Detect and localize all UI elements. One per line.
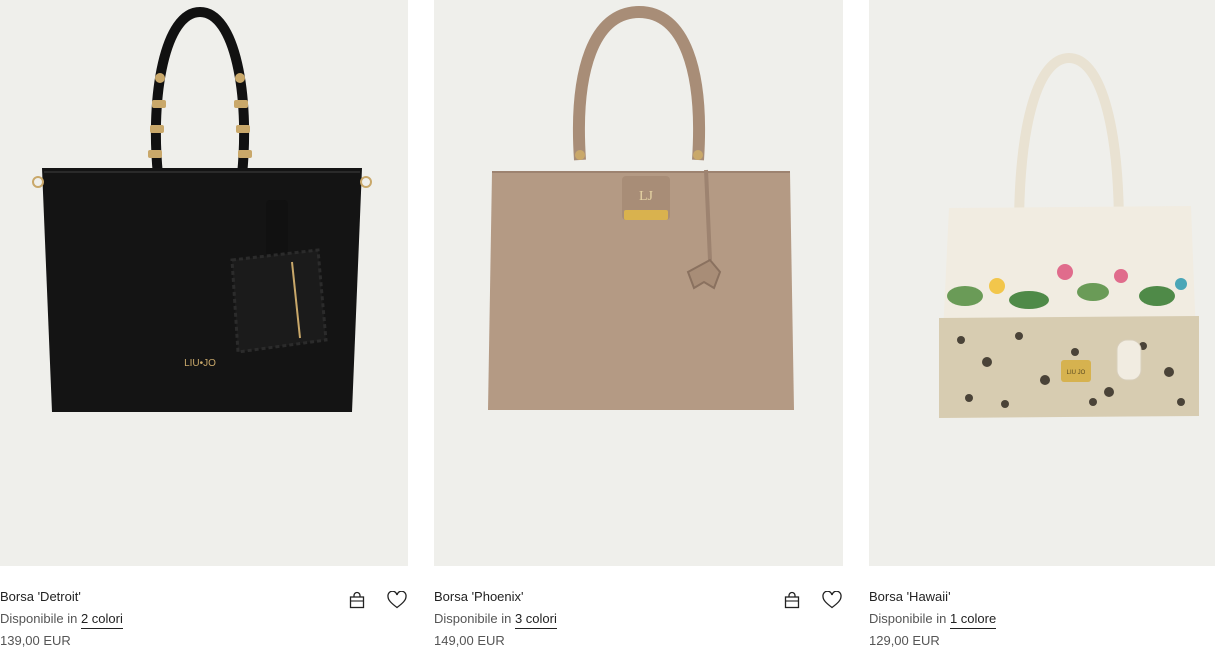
- shopping-bag-icon: [784, 591, 800, 609]
- shopping-bag-icon: [349, 591, 365, 609]
- product-grid: LIU•JO Borsa 'Detroit' Disponibile in 2 …: [0, 0, 1215, 659]
- taupe-tote-image: LJ: [488, 5, 794, 410]
- availability-text: Disponibile in 3 colori: [434, 611, 557, 629]
- product-price: 149,00 EUR: [434, 633, 505, 648]
- add-to-bag-button[interactable]: [346, 589, 368, 611]
- colors-link[interactable]: 3 colori: [514, 611, 557, 629]
- product-card-phoenix: LJ Borsa 'Phoenix' Disponibile in 3 colo…: [434, 0, 843, 659]
- svg-text:LIU JO: LIU JO: [1067, 370, 1086, 376]
- wishlist-button[interactable]: [386, 589, 408, 611]
- add-to-bag-button[interactable]: [781, 589, 803, 611]
- availability-text: Disponibile in 1 colore: [869, 611, 997, 629]
- product-image-phoenix[interactable]: LJ: [434, 0, 843, 566]
- floral-tote-image: LIU JO: [939, 52, 1199, 418]
- svg-text:LJ: LJ: [639, 189, 654, 204]
- heart-icon: [387, 591, 407, 609]
- availability-prefix: Disponibile in: [0, 611, 78, 626]
- product-name[interactable]: Borsa 'Phoenix': [434, 589, 524, 604]
- product-card-detroit: LIU•JO Borsa 'Detroit' Disponibile in 2 …: [0, 0, 408, 659]
- product-name[interactable]: Borsa 'Hawaii': [869, 589, 951, 604]
- heart-icon: [822, 591, 842, 609]
- black-tote-image: LIU•JO: [32, 6, 372, 412]
- availability-prefix: Disponibile in: [869, 611, 947, 626]
- wishlist-button[interactable]: [821, 589, 843, 611]
- availability-text: Disponibile in 2 colori: [0, 611, 123, 629]
- product-card-hawaii: LIU JO Borsa 'Hawaii' Disponibile in 1 c…: [869, 0, 1215, 659]
- product-image-detroit[interactable]: LIU•JO: [0, 0, 408, 566]
- colors-link[interactable]: 1 colore: [949, 611, 997, 629]
- product-actions: [346, 589, 408, 611]
- svg-text:LIU•JO: LIU•JO: [184, 358, 216, 369]
- availability-prefix: Disponibile in: [434, 611, 512, 626]
- product-actions: [781, 589, 843, 611]
- colors-link[interactable]: 2 colori: [80, 611, 123, 629]
- product-price: 139,00 EUR: [0, 633, 71, 648]
- product-name[interactable]: Borsa 'Detroit': [0, 589, 81, 604]
- product-image-hawaii[interactable]: LIU JO: [869, 0, 1215, 566]
- product-price: 129,00 EUR: [869, 633, 940, 648]
